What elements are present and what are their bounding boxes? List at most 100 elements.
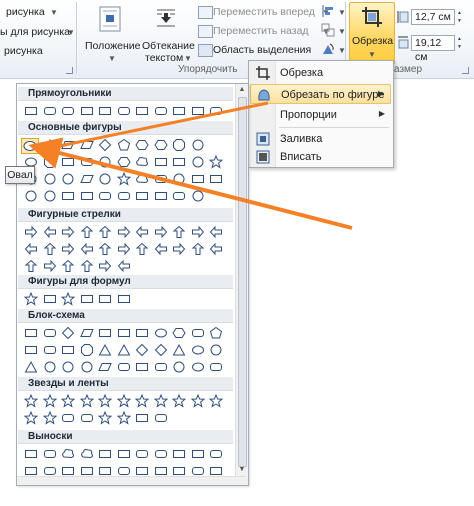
shape-option[interactable] [135,394,149,408]
shape-option[interactable] [43,104,57,118]
shape-option[interactable] [80,360,94,374]
shape-option[interactable] [154,343,168,357]
menu-item-fit[interactable]: Вписать [250,147,391,167]
selection-pane-button[interactable]: Область выделения [213,44,311,56]
shape-option[interactable] [135,343,149,357]
shape-option[interactable] [24,242,38,256]
width-spinner[interactable]: ▲ ▼ [456,35,463,51]
shape-option[interactable] [43,343,57,357]
shape-option[interactable] [116,172,131,186]
shape-option[interactable] [154,242,168,256]
shape-option[interactable] [79,138,94,152]
shape-option[interactable] [116,411,131,425]
shape-option[interactable] [172,172,186,186]
shape-option[interactable] [24,259,38,273]
menu-item-crop[interactable]: Обрезка [250,63,391,83]
chevron-down-icon[interactable]: ▼ [50,8,58,17]
shape-option[interactable] [61,326,75,340]
shape-option[interactable] [209,326,223,340]
shape-option[interactable] [172,447,186,461]
shape-option[interactable] [172,104,186,118]
shape-option[interactable] [117,189,131,203]
shape-option[interactable] [135,242,149,256]
shape-option[interactable] [80,189,94,203]
picture-item-3[interactable]: рисунка [4,45,43,57]
shape-option[interactable] [43,326,57,340]
shape-option[interactable] [61,259,75,273]
shape-option[interactable] [24,326,38,340]
shape-option[interactable] [172,394,186,408]
shape-option[interactable] [172,360,186,374]
shape-option[interactable] [24,104,38,118]
shape-option[interactable] [80,447,94,461]
shape-option[interactable] [80,292,94,306]
shape-option[interactable] [209,360,223,374]
shape-option[interactable] [191,360,205,374]
shape-option[interactable] [209,225,223,239]
shape-option[interactable] [61,189,75,203]
shape-option[interactable] [154,225,168,239]
shape-option[interactable] [24,225,38,239]
shape-option[interactable] [172,343,186,357]
shape-option[interactable] [135,447,149,461]
rotate-icon[interactable] [321,42,335,56]
shape-option[interactable] [80,225,94,239]
shape-option[interactable] [172,155,186,169]
shape-option[interactable] [79,394,94,408]
shape-option[interactable] [135,104,149,118]
shape-option[interactable] [191,172,205,186]
shape-option[interactable] [98,360,112,374]
shape-option[interactable] [80,259,94,273]
shape-option[interactable] [98,447,112,461]
shape-option[interactable] [172,326,186,340]
shape-option[interactable] [61,292,75,306]
shape-option[interactable] [154,172,168,186]
shape-option[interactable] [209,242,223,256]
shape-option[interactable] [191,326,205,340]
dialog-launcher-icon[interactable] [462,67,469,74]
shape-option[interactable] [117,292,131,306]
shape-option[interactable] [98,225,112,239]
shape-option[interactable] [190,394,205,408]
shape-option[interactable] [117,360,131,374]
shape-option[interactable] [98,411,112,425]
shape-option[interactable] [61,242,75,256]
shape-option[interactable] [153,138,168,152]
shape-option[interactable] [98,189,112,203]
shape-option[interactable] [80,155,94,169]
shape-option[interactable] [80,104,94,118]
shape-option[interactable] [61,155,75,169]
shape-option[interactable] [154,104,168,118]
shape-option[interactable] [24,189,38,203]
chevron-down-icon[interactable]: ▼ [67,28,75,37]
shape-option[interactable] [209,155,223,169]
shape-option[interactable] [98,172,112,186]
shape-option[interactable] [43,242,57,256]
wrap-text-button[interactable]: Обтекание текстом ▼ [140,2,195,64]
shape-option[interactable] [61,360,75,374]
shape-option[interactable] [209,172,223,186]
shape-option[interactable] [43,189,57,203]
shape-option[interactable] [154,326,168,340]
shape-option[interactable] [135,189,149,203]
shape-option[interactable] [98,394,112,408]
shape-option[interactable] [154,360,168,374]
shape-option[interactable] [61,225,75,239]
picture-item-2[interactable]: ы для рисунка [0,26,70,38]
shape-option[interactable] [172,138,186,152]
shape-option[interactable] [43,172,57,186]
resize-grip[interactable] [17,476,246,485]
shape-option[interactable] [43,225,57,239]
shape-option[interactable] [117,225,131,239]
shape-option[interactable] [116,394,131,408]
dialog-launcher-icon[interactable] [66,67,73,74]
shape-option[interactable] [172,189,186,203]
shape-option[interactable] [135,172,149,186]
shape-option[interactable] [117,104,131,118]
gallery-scrollbar[interactable]: ▲ ▼ [235,84,248,485]
shape-option[interactable] [24,292,38,306]
shape-option[interactable] [154,411,168,425]
shape-option[interactable] [42,411,57,425]
shape-option[interactable] [61,411,75,425]
picture-item-1[interactable]: рисунка [6,6,45,18]
